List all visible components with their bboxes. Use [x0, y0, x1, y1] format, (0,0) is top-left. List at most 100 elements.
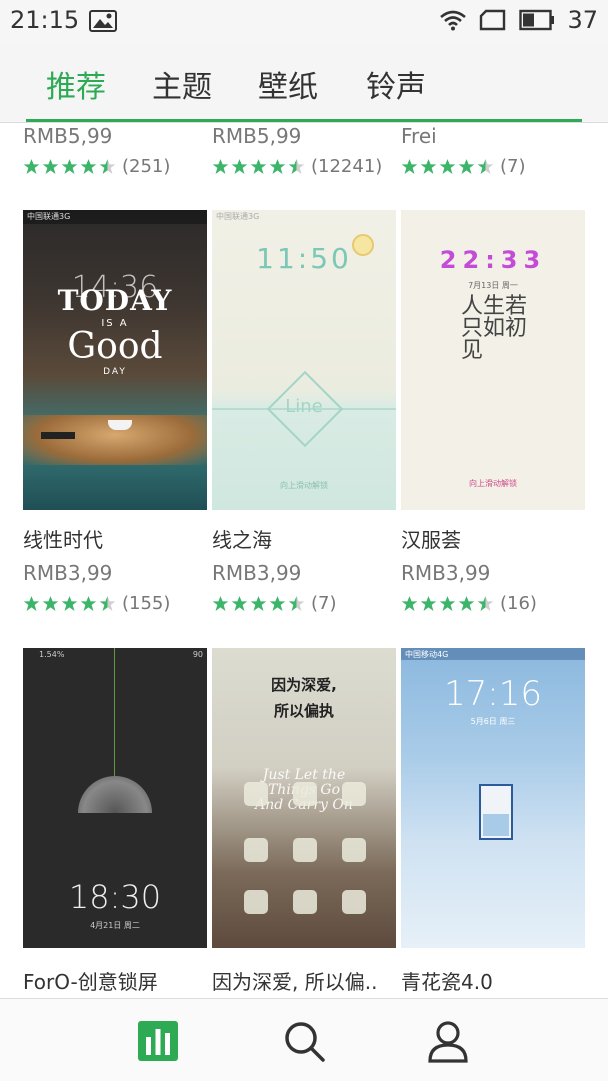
- thumb-text-day: DAY: [103, 367, 127, 377]
- glass-icon: [244, 838, 268, 862]
- chart-icon[interactable]: [136, 1019, 180, 1063]
- rating-count: (16): [500, 593, 537, 614]
- star-icon: [42, 596, 59, 611]
- theme-name: 青花瓷4.0: [401, 970, 493, 994]
- battery-icon: [519, 9, 555, 31]
- theme-name: 线性时代: [23, 528, 103, 552]
- theme-thumbnail[interactable]: 因为深爱, 所以偏执 Just Let the Things Go And Ca…: [212, 648, 396, 948]
- star-icon: [212, 596, 229, 611]
- chat-icon: [244, 890, 268, 914]
- rating: (7): [212, 593, 396, 614]
- unlock-hint: 向上滑动解锁: [469, 479, 517, 488]
- book-illustration: [41, 432, 75, 439]
- theme-thumbnail[interactable]: 22:33 7月13日 周一 人生若只如初见 向上滑动解锁: [401, 210, 585, 510]
- star-icon: [250, 159, 267, 174]
- half-star-icon: [477, 596, 494, 611]
- lamp-cord: [114, 648, 115, 776]
- rating-stars: [401, 158, 494, 175]
- image-icon: [89, 10, 117, 32]
- rating-stars: [401, 595, 494, 612]
- star-icon: [231, 596, 248, 611]
- rating-stars: [23, 595, 116, 612]
- rating: (251): [23, 156, 207, 177]
- star-icon: [80, 159, 97, 174]
- tab-bar: 推荐 主题 壁纸 铃声: [0, 44, 608, 123]
- rating-stars: [212, 595, 305, 612]
- tab-indicator-line: [26, 119, 582, 122]
- thumb-clock: 18:30: [68, 878, 162, 916]
- half-star-icon: [288, 159, 305, 174]
- rating: (7): [401, 156, 585, 177]
- user-icon[interactable]: [426, 1019, 470, 1063]
- phone-icon: [244, 782, 268, 806]
- tab-themes[interactable]: 主题: [152, 62, 212, 106]
- theme-card[interactable]: 中国联通3G 14:36 TODAY IS A Good DAY 线性时代 RM…: [23, 210, 207, 614]
- star-icon: [212, 159, 229, 174]
- porcelain-lock-icon: [479, 784, 513, 840]
- tab-ringtones[interactable]: 铃声: [366, 62, 426, 106]
- thumb-poem: 人生若只如初见: [461, 294, 528, 363]
- theme-card[interactable]: Frei (7): [401, 124, 585, 177]
- thumb-status-text: 中国联通3G: [27, 212, 71, 221]
- rating-count: (155): [122, 593, 171, 614]
- thumb-status-text: 中国联通3G: [216, 212, 260, 221]
- theme-card[interactable]: RMB5,99 (12241): [212, 124, 396, 177]
- pizza-icon: [342, 890, 366, 914]
- status-time: 21:15: [10, 6, 80, 34]
- tab-recommend[interactable]: 推荐: [46, 62, 106, 106]
- theme-price: RMB3,99: [23, 561, 113, 585]
- rating-count: (7): [311, 593, 337, 614]
- pen-icon: [342, 782, 366, 806]
- contacts-icon: [293, 782, 317, 806]
- theme-thumbnail[interactable]: 1.54% 90 18:30 4月21日 周二: [23, 648, 207, 948]
- theme-thumbnail[interactable]: 中国移动4G 17:16 5月6日 周三: [401, 648, 585, 948]
- theme-card[interactable]: 1.54% 90 18:30 4月21日 周二 ForO-创意锁屏: [23, 648, 207, 995]
- theme-card[interactable]: 中国移动4G 17:16 5月6日 周三 青花瓷4.0: [401, 648, 585, 995]
- rating: (16): [401, 593, 585, 614]
- rating-count: (7): [500, 156, 526, 177]
- thumb-text-today: TODAY: [57, 284, 173, 317]
- thumb-line1: 因为深爱,: [271, 676, 337, 694]
- thumb-line2: 所以偏执: [273, 702, 334, 720]
- half-star-icon: [99, 596, 116, 611]
- theme-name: 因为深爱, 所以偏..: [212, 970, 378, 994]
- thumb-status-text: 1.54%: [39, 650, 65, 659]
- star-icon: [269, 159, 286, 174]
- theme-card[interactable]: 22:33 7月13日 周一 人生若只如初见 向上滑动解锁 汉服荟 RMB3,9…: [401, 210, 585, 614]
- theme-price: RMB5,99: [23, 124, 113, 148]
- star-icon: [231, 159, 248, 174]
- theme-card[interactable]: RMB5,99 (251): [23, 124, 207, 177]
- thumb-date: 4月21日 周二: [90, 921, 140, 930]
- theme-thumbnail[interactable]: 中国联通3G 14:36 TODAY IS A Good DAY: [23, 210, 207, 510]
- star-icon: [458, 596, 475, 611]
- thumb-clock: 22:33: [439, 246, 547, 274]
- thumb-status-text: 中国移动4G: [405, 650, 449, 659]
- star-icon: [420, 596, 437, 611]
- theme-name: ForO-创意锁屏: [23, 970, 158, 994]
- thumb-date: 5月6日 周三: [470, 717, 516, 726]
- star-icon: [401, 159, 418, 174]
- theme-thumbnail[interactable]: 中国联通3G 11:50 Line 向上滑动解锁: [212, 210, 396, 510]
- thumb-clock: 17:16: [444, 674, 542, 714]
- star-icon: [458, 159, 475, 174]
- battery-level: 37: [567, 6, 598, 34]
- coffee-cup-illustration: [108, 420, 132, 430]
- rating: (12241): [212, 156, 396, 177]
- star-icon: [42, 159, 59, 174]
- rating-stars: [212, 158, 305, 175]
- rating-count: (12241): [311, 156, 383, 177]
- half-star-icon: [288, 596, 305, 611]
- search-icon[interactable]: [282, 1019, 326, 1063]
- tab-wallpapers[interactable]: 壁纸: [258, 62, 318, 106]
- star-icon: [342, 838, 366, 862]
- theme-card[interactable]: 因为深爱, 所以偏执 Just Let the Things Go And Ca…: [212, 648, 396, 995]
- thumb-signal: 90: [192, 650, 203, 659]
- theme-price: RMB3,99: [401, 561, 491, 585]
- theme-card[interactable]: 中国联通3G 11:50 Line 向上滑动解锁 线之海 RMB3,99 (7): [212, 210, 396, 614]
- favorite-icon: [293, 890, 317, 914]
- thumb-label: Line: [285, 396, 323, 417]
- status-bar: 21:15 37: [0, 0, 608, 44]
- status-right: 37: [439, 6, 598, 34]
- star-icon: [80, 596, 97, 611]
- sim-icon: [480, 9, 506, 31]
